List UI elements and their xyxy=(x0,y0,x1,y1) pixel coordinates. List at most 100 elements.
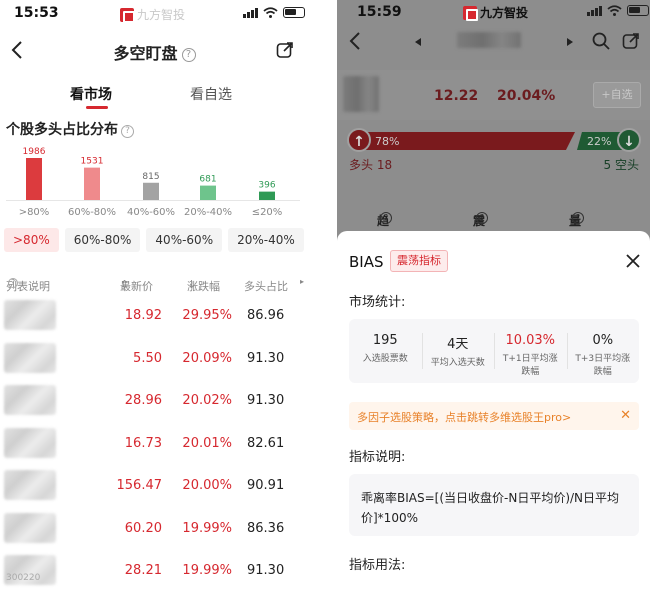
stock-quote: 12.22 20.04% +自选 xyxy=(337,70,650,120)
stock-title-blurred xyxy=(457,32,521,48)
row-change: 20.09% xyxy=(182,350,232,366)
usage-heading: 指标用法: xyxy=(349,558,406,573)
row-price: 18.92 xyxy=(124,308,162,323)
bull-bear-track: 78% 22% ↑ ↓ xyxy=(347,128,641,152)
sort-icon: ⇕ xyxy=(120,278,130,291)
table-row[interactable]: 156.47 20.00% 90.91 xyxy=(0,466,309,509)
row-ratio: 91.30 xyxy=(247,393,285,408)
promo-close-icon[interactable]: ✕ xyxy=(620,408,631,423)
table-header: 列表说明? 最新价 ⇕ 涨跌幅 ⇣ 多头占比 ▸ xyxy=(6,277,305,293)
stats-heading: 市场统计: xyxy=(349,295,406,310)
help-icon[interactable]: ? xyxy=(380,212,392,224)
stock-list: 18.92 29.95% 86.96 5.50 20.09% 91.30 28.96 20… xyxy=(0,296,309,589)
tab-market[interactable]: 看市场 xyxy=(70,84,112,104)
sheet-title: BIAS xyxy=(349,253,384,271)
row-change: 20.02% xyxy=(182,393,232,408)
tab-watchlist[interactable]: 看自选 xyxy=(190,84,232,104)
row-change: 20.01% xyxy=(182,435,232,451)
status-time-right: 15:59 xyxy=(357,4,402,20)
bar[interactable] xyxy=(200,185,216,200)
formula-text: 乖离率BIAS=[(当日收盘价-N日平均价)/N日平均价]*100% xyxy=(361,491,620,525)
close-icon[interactable] xyxy=(625,253,641,269)
help-icon[interactable]: ? xyxy=(572,212,584,224)
battery-icon xyxy=(283,7,305,18)
app-badge-right: 九方智投 xyxy=(463,4,528,21)
row-price: 60.20 xyxy=(124,520,162,536)
category-label: >80% xyxy=(19,207,50,218)
bar[interactable] xyxy=(26,158,42,200)
bar[interactable] xyxy=(143,182,159,200)
sort-desc-icon: ⇣ xyxy=(187,278,197,291)
stock-name-blurred xyxy=(4,512,56,543)
row-price: 16.73 xyxy=(124,435,162,451)
distribution-chart: 1986 >80% 1531 60%-80% 815 40%-60% 681 20%-40% 3… xyxy=(6,147,300,218)
help-icon[interactable]: ? xyxy=(181,48,196,62)
chip-gt-80[interactable]: >80% xyxy=(4,228,59,252)
add-watchlist-button[interactable]: +自选 xyxy=(593,82,641,108)
table-row[interactable]: 28.96 20.02% 91.30 xyxy=(0,381,309,424)
row-ratio: 86.96 xyxy=(247,308,285,323)
chip-40-60[interactable]: 40%-60% xyxy=(146,228,223,252)
status-time: 15:53 xyxy=(14,5,59,21)
share-icon[interactable] xyxy=(275,40,295,60)
desc-heading: 指标说明: xyxy=(349,450,406,465)
row-ratio: 91.30 xyxy=(247,350,285,366)
signal-icon xyxy=(243,7,258,18)
stat-t3-change: 0% T+3日平均涨跌幅 xyxy=(566,319,640,383)
stock-name-blurred xyxy=(4,300,56,330)
bull-arrow-icon: ↑ xyxy=(347,128,371,152)
back-arrow-icon[interactable] xyxy=(345,30,367,52)
row-ratio: 82.61 xyxy=(247,435,285,451)
bar[interactable] xyxy=(84,167,100,200)
bear-percent: 22% xyxy=(587,135,612,148)
distribution-help-icon[interactable]: ? xyxy=(121,125,134,138)
row-price: 28.96 xyxy=(124,393,162,408)
indicator-tag: 震荡指标 xyxy=(390,250,448,272)
share-icon[interactable] xyxy=(621,31,641,51)
row-change: 19.99% xyxy=(182,563,232,578)
help-icon[interactable]: ? xyxy=(476,212,488,224)
table-row[interactable]: 18.92 29.95% 86.96 xyxy=(0,296,309,339)
app-name-right: 九方智投 xyxy=(480,6,529,20)
left-screen: 15:53 九方智投 多空盯盘? 看市场 看自选 个股多头占比分布? 1986 >… xyxy=(0,0,309,589)
scroll-right-icon[interactable]: ▸ xyxy=(300,277,304,286)
table-row[interactable]: 60.20 19.99% 86.36 xyxy=(0,509,309,552)
stat-avg-days: 4天 平均入选天数 xyxy=(421,319,495,383)
table-row[interactable]: 5.50 20.09% 91.30 xyxy=(0,339,309,382)
stat-t1-change: 10.03% T+1日平均涨跌幅 xyxy=(494,319,567,383)
market-stats: 195 入选股票数 4天 平均入选天数 10.03% T+1日平均涨跌幅 0% T+3日… xyxy=(349,319,639,383)
promo-banner[interactable]: 多因子选股策略，点击跳转多维选股王pro> ✕ xyxy=(349,402,639,430)
chip-20-40[interactable]: 20%-40% xyxy=(228,228,304,252)
chip-60-80[interactable]: 60%-80% xyxy=(64,228,141,252)
market-tabs: 看市场 看自选 xyxy=(0,80,309,110)
stock-name-blurred xyxy=(4,470,56,500)
signal-icon xyxy=(587,5,602,16)
stock-nav-bar xyxy=(337,26,650,58)
quote-price: 12.22 xyxy=(434,88,479,104)
promo-text[interactable]: 多因子选股策略，点击跳转多维选股王pro> xyxy=(357,409,571,425)
row-ratio: 91.30 xyxy=(247,563,285,578)
app-logo-icon xyxy=(120,7,135,23)
screen-gap xyxy=(309,0,337,589)
prev-stock-icon[interactable] xyxy=(415,38,421,46)
wifi-icon xyxy=(263,7,278,18)
distribution-heading: 个股多头占比分布? xyxy=(6,119,134,139)
bar[interactable] xyxy=(259,191,275,200)
bar-value-label: 1986 xyxy=(23,147,46,157)
list-help-icon[interactable]: ? xyxy=(8,278,18,288)
app-name: 九方智投 xyxy=(137,8,186,22)
table-row[interactable]: 28.21 19.99% 91.30 xyxy=(0,551,309,589)
indicator-tabs: 趋势? 震荡? 量能? xyxy=(337,212,650,245)
indicator-sheet: BIAS 震荡指标 市场统计: 195 入选股票数 4天 平均入选天数 10.03%… xyxy=(337,231,650,589)
app-badge: 九方智投 xyxy=(120,6,185,23)
search-icon[interactable] xyxy=(591,31,611,51)
table-row[interactable]: 16.73 20.01% 82.61 xyxy=(0,424,309,467)
bull-bear-bar: 78% 22% ↑ ↓ xyxy=(347,124,641,154)
row-change: 19.99% xyxy=(182,520,232,536)
wifi-icon xyxy=(607,5,622,16)
next-stock-icon[interactable] xyxy=(567,38,573,46)
row-change: 29.95% xyxy=(182,308,232,323)
category-label: ≤20% xyxy=(252,207,283,218)
row-ratio: 90.91 xyxy=(247,478,285,493)
system-icons-right xyxy=(587,5,649,16)
